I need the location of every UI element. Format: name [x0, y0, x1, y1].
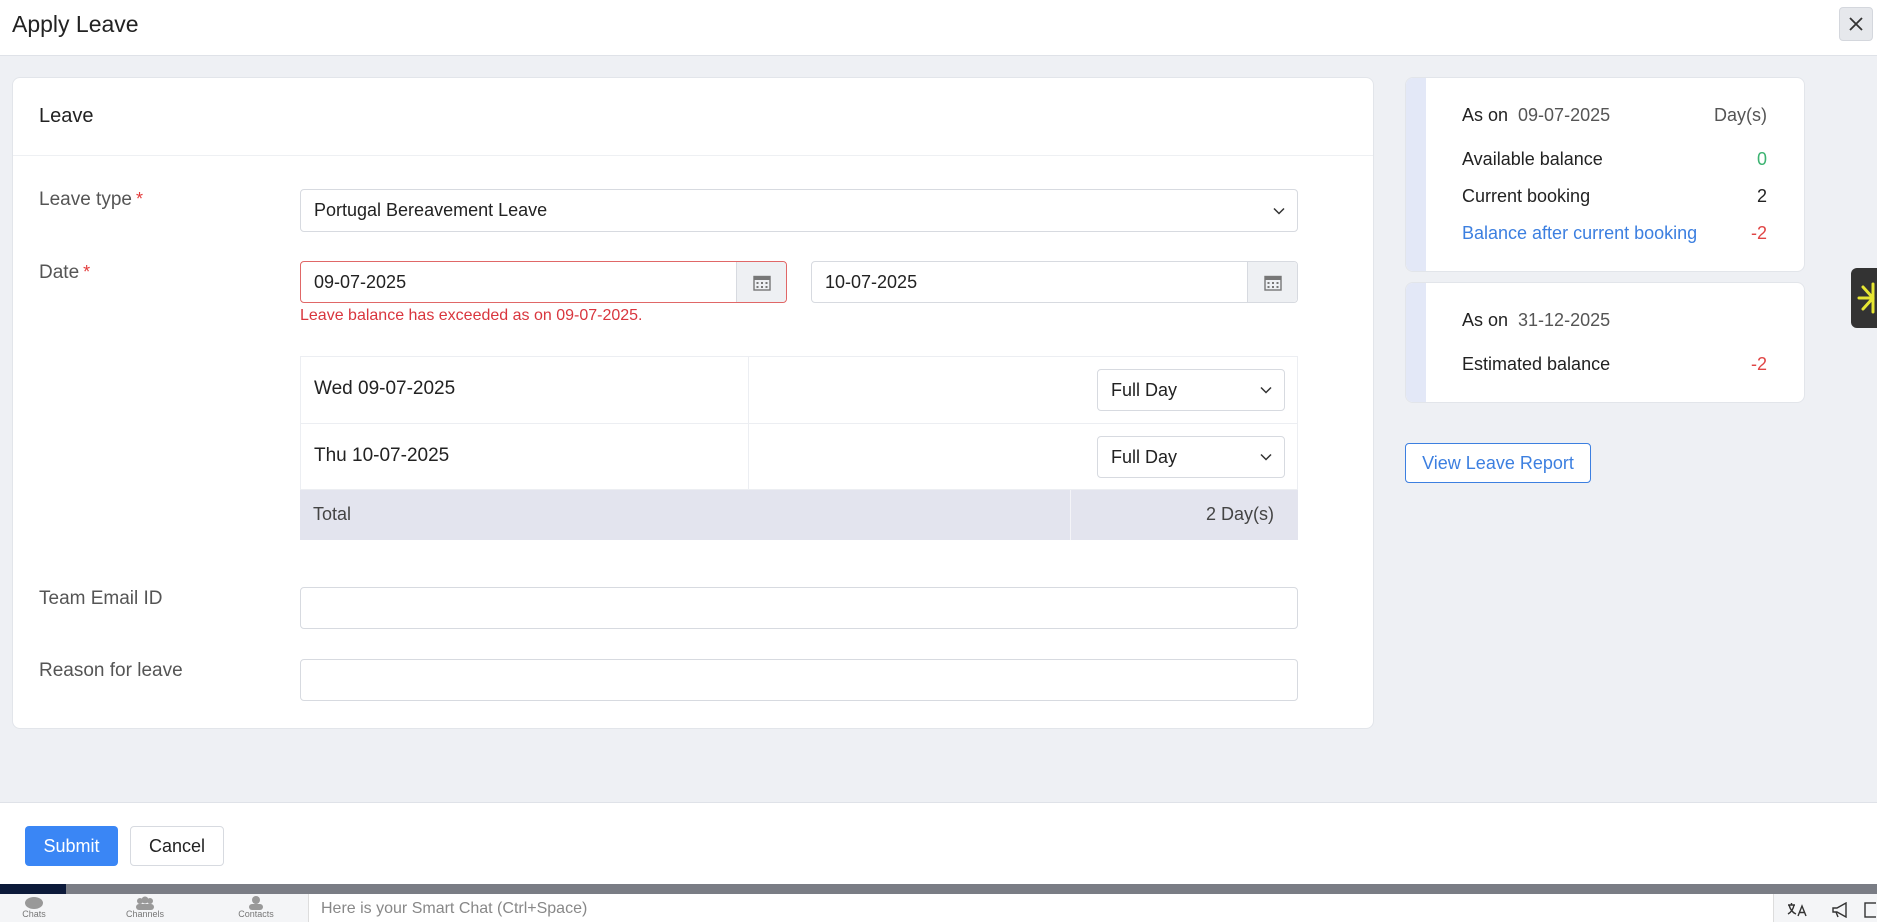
team-email-input[interactable]: [300, 587, 1298, 629]
day-label: Thu 10-07-2025: [314, 445, 450, 466]
panel-toggle-button[interactable]: [1862, 898, 1877, 922]
as-on-label: As on: [1462, 310, 1509, 330]
day-type-value: Full Day: [1111, 446, 1178, 467]
team-email-label: Team Email ID: [39, 588, 163, 609]
as-on-row: As on 31-12-2025: [1462, 310, 1767, 331]
estimate-card: As on 31-12-2025 Estimated balance -2: [1405, 282, 1805, 403]
progress-bar: [0, 884, 1877, 894]
current-booking-value: 2: [1756, 186, 1767, 206]
balance-after-row: Balance after current booking -2: [1462, 223, 1767, 244]
date-error-message: Leave balance has exceeded as on 09-07-2…: [300, 307, 643, 324]
announcement-button[interactable]: [1826, 898, 1856, 922]
required-marker: *: [135, 189, 143, 209]
day-label: Wed 09-07-2025: [314, 378, 456, 399]
contacts-label: Contacts: [238, 909, 274, 919]
sparkle-icon: [1857, 282, 1875, 314]
estimated-balance-value: -2: [1750, 354, 1767, 374]
translate-button[interactable]: [1782, 898, 1812, 922]
as-on-row: As on 09-07-2025 Day(s): [1462, 105, 1767, 126]
side-widget-tab[interactable]: [1851, 268, 1877, 328]
day-breakdown-table: Wed 09-07-2025 Full Day Thu 10-07-2025 F…: [300, 356, 1298, 540]
user-icon: [249, 896, 263, 910]
day-type-value: Full Day: [1111, 379, 1178, 400]
users-group-icon: [136, 896, 154, 910]
smart-chat-placeholder: Here is your Smart Chat (Ctrl+Space): [321, 900, 588, 917]
chats-label: Chats: [22, 909, 46, 919]
channels-button[interactable]: Channels: [125, 896, 165, 922]
balance-after-label: Balance after current booking: [1462, 223, 1698, 243]
chevron-down-icon: [1260, 386, 1272, 394]
current-booking-label: Current booking: [1462, 186, 1591, 206]
cancel-button[interactable]: Cancel: [130, 826, 224, 866]
current-booking-row: Current booking 2: [1462, 186, 1767, 207]
balance-card: As on 09-07-2025 Day(s) Available balance…: [1405, 77, 1805, 272]
leave-type-select[interactable]: Portugal Bereavement Leave: [300, 189, 1298, 232]
from-date-value: 09-07-2025: [314, 271, 407, 292]
submit-button[interactable]: Submit: [25, 826, 118, 866]
column-divider: [1070, 490, 1071, 540]
from-date-input[interactable]: 09-07-2025: [300, 261, 787, 303]
leave-form-panel: Leave Leave type * Portugal Bereavement L…: [12, 77, 1374, 729]
available-balance-row: Available balance 0: [1462, 149, 1767, 170]
card-accent: [1406, 78, 1426, 271]
date-label-text: Date: [39, 262, 80, 283]
chats-button[interactable]: Chats: [14, 896, 54, 922]
to-date-input[interactable]: 10-07-2025: [811, 261, 1298, 303]
bottom-bar: Chats Channels Contacts Here is your Sma…: [0, 894, 1877, 922]
panel-header: Leave: [13, 78, 1373, 156]
as-on-label: As on: [1462, 105, 1509, 125]
chevron-down-icon: [1260, 453, 1272, 461]
contacts-button[interactable]: Contacts: [236, 896, 276, 922]
close-icon: [1849, 17, 1863, 31]
table-row: Thu 10-07-2025 Full Day: [300, 423, 1298, 490]
smart-chat-input[interactable]: Here is your Smart Chat (Ctrl+Space): [308, 894, 1774, 922]
panel-icon: [1863, 902, 1876, 918]
required-marker: *: [83, 262, 91, 282]
translate-icon: [1787, 903, 1807, 917]
balance-after-value: -2: [1750, 223, 1767, 243]
channels-label: Channels: [125, 909, 165, 919]
dialog-footer: Submit Cancel: [0, 802, 1877, 884]
calendar-icon: [752, 275, 771, 291]
as-on-date: 09-07-2025: [1518, 105, 1611, 125]
chevron-down-icon: [1273, 207, 1285, 215]
leave-type-label-text: Leave type: [39, 189, 132, 210]
to-date-value: 10-07-2025: [825, 271, 918, 292]
card-accent: [1406, 283, 1426, 402]
date-label: Date *: [39, 262, 90, 284]
available-balance-label: Available balance: [1462, 149, 1603, 169]
close-button[interactable]: [1839, 7, 1873, 41]
unit-label: Day(s): [1714, 105, 1767, 125]
available-balance-value: 0: [1756, 149, 1767, 169]
dialog-header: Apply Leave: [0, 0, 1877, 56]
megaphone-icon: [1832, 902, 1847, 918]
view-leave-report-button[interactable]: View Leave Report: [1405, 443, 1591, 483]
chat-bubble-icon: [25, 897, 43, 909]
total-label: Total: [313, 504, 352, 524]
day-type-select[interactable]: Full Day: [1097, 436, 1285, 478]
estimated-balance-label: Estimated balance: [1462, 354, 1611, 374]
total-value: 2 Day(s): [1205, 504, 1274, 524]
panel-title: Leave: [39, 105, 94, 127]
day-type-select[interactable]: Full Day: [1097, 369, 1285, 411]
calendar-icon: [1263, 275, 1282, 291]
total-row: Total 2 Day(s): [300, 490, 1298, 540]
as-on-date: 31-12-2025: [1518, 310, 1611, 330]
from-date-calendar-button[interactable]: [736, 262, 786, 302]
column-divider: [748, 424, 749, 489]
reason-label: Reason for leave: [39, 660, 183, 681]
leave-type-label: Leave type *: [39, 189, 143, 211]
table-row: Wed 09-07-2025 Full Day: [300, 356, 1298, 423]
progress-fill: [0, 884, 66, 894]
reason-input[interactable]: [300, 659, 1298, 701]
leave-type-value: Portugal Bereavement Leave: [314, 200, 548, 220]
to-date-calendar-button[interactable]: [1247, 262, 1297, 302]
column-divider: [748, 357, 749, 423]
estimated-balance-row: Estimated balance -2: [1462, 354, 1767, 375]
dialog-title: Apply Leave: [12, 11, 139, 37]
